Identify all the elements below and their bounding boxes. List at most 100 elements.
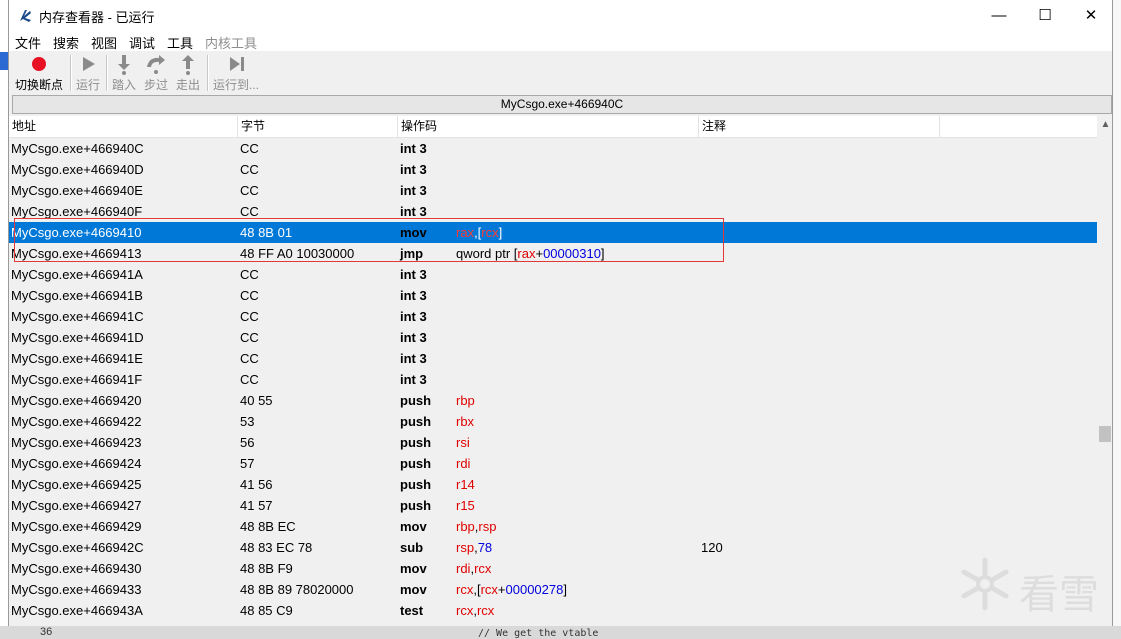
operand-number: 00000278 xyxy=(505,582,564,597)
instruction-row[interactable]: MyCsgo.exe+4669430 48 8B F9 mov rdi,rcx xyxy=(9,558,1097,579)
instruction-bytes: CC xyxy=(240,330,259,345)
maximize-button[interactable]: ☐ xyxy=(1022,0,1068,31)
instruction-address: MyCsgo.exe+466941A xyxy=(11,267,143,282)
title-bar: 内存查看器 - 已运行 — ☐ ✕ xyxy=(9,0,1112,31)
instruction-row[interactable]: MyCsgo.exe+466940F CC int 3 xyxy=(9,201,1097,222)
step-over-button[interactable]: 步过 xyxy=(141,53,171,93)
toolbar-separator xyxy=(70,55,72,91)
instruction-opcode: int 3 xyxy=(400,162,427,177)
background-code-line: // We get the vtable xyxy=(478,628,599,639)
instruction-opcode: int 3 xyxy=(400,141,427,156)
selected-instruction-row[interactable]: MyCsgo.exe+4669410 48 8B 01 mov rax,[rcx] xyxy=(9,222,1097,243)
column-header-address[interactable]: 地址 xyxy=(9,116,238,137)
step-over-label: 步过 xyxy=(143,78,168,92)
step-into-icon xyxy=(118,55,130,75)
instruction-opcode: int 3 xyxy=(400,372,427,387)
run-button[interactable]: 运行 xyxy=(73,53,103,93)
menu-search[interactable]: 搜索 xyxy=(53,33,79,52)
instruction-row[interactable]: MyCsgo.exe+4669413 48 FF A0 10030000 jmp qw… xyxy=(9,243,1097,264)
instruction-row[interactable]: MyCsgo.exe+466941D CC int 3 xyxy=(9,327,1097,348)
menu-view[interactable]: 视图 xyxy=(91,33,117,52)
column-header-comment[interactable]: 注释 xyxy=(699,116,940,137)
scrollbar-thumb[interactable] xyxy=(1099,426,1111,442)
toggle-breakpoint-button[interactable]: 切换断点 xyxy=(11,53,67,93)
instruction-row[interactable]: MyCsgo.exe+466940D CC int 3 xyxy=(9,159,1097,180)
instruction-bytes: CC xyxy=(240,183,259,198)
instruction-row[interactable]: MyCsgo.exe+466941B CC int 3 xyxy=(9,285,1097,306)
close-button[interactable]: ✕ xyxy=(1068,0,1112,31)
instruction-bytes: 56 xyxy=(240,435,255,450)
minimize-button[interactable]: — xyxy=(976,0,1022,31)
instruction-address: MyCsgo.exe+4669424 xyxy=(11,456,142,471)
run-to-label: 运行到... xyxy=(212,78,259,92)
instruction-operands: rdi,rcx xyxy=(456,558,491,579)
instruction-list: MyCsgo.exe+466940C CC int 3 MyCsgo.exe+4669… xyxy=(9,138,1097,639)
operand-register: rsi xyxy=(456,435,470,450)
instruction-row[interactable]: MyCsgo.exe+4669422 53 push rbx xyxy=(9,411,1097,432)
scroll-up-arrow-icon[interactable]: ▲ xyxy=(1097,116,1112,133)
instruction-operands: rsi xyxy=(456,432,470,453)
operand-number: 78 xyxy=(477,540,493,555)
instruction-opcode: jmp xyxy=(400,246,424,261)
instruction-row[interactable]: MyCsgo.exe+466941C CC int 3 xyxy=(9,306,1097,327)
instruction-operands: rcx,[rcx+00000278] xyxy=(456,579,567,600)
instruction-row[interactable]: MyCsgo.exe+466942C 48 83 EC 78 sub rsp,78 12… xyxy=(9,537,1097,558)
current-address-bar: MyCsgo.exe+466940C xyxy=(12,95,1112,114)
menu-tools[interactable]: 工具 xyxy=(167,33,193,52)
toolbar-separator xyxy=(207,55,209,91)
instruction-row[interactable]: MyCsgo.exe+4669429 48 8B EC mov rbp,rsp xyxy=(9,516,1097,537)
instruction-row[interactable]: MyCsgo.exe+466941E CC int 3 xyxy=(9,348,1097,369)
operand-register: rdi xyxy=(456,561,471,576)
instruction-row[interactable]: MyCsgo.exe+466941A CC int 3 xyxy=(9,264,1097,285)
instruction-row[interactable]: MyCsgo.exe+466941F CC int 3 xyxy=(9,369,1097,390)
instruction-row[interactable]: MyCsgo.exe+4669425 41 56 push r14 xyxy=(9,474,1097,495)
instruction-opcode: mov xyxy=(400,519,427,534)
menu-debug[interactable]: 调试 xyxy=(129,33,155,52)
operand-text: + xyxy=(535,246,544,261)
instruction-address: MyCsgo.exe+466941D xyxy=(11,330,144,345)
instruction-row[interactable]: MyCsgo.exe+4669420 40 55 push rbp xyxy=(9,390,1097,411)
column-header-bytes[interactable]: 字节 xyxy=(238,116,398,137)
kanxue-watermark: 看雪 xyxy=(957,556,1112,618)
instruction-opcode: mov xyxy=(400,582,427,597)
run-to-icon xyxy=(230,57,244,71)
operand-register: rcx xyxy=(474,561,492,576)
instruction-address: MyCsgo.exe+4669422 xyxy=(11,414,142,429)
instruction-opcode: sub xyxy=(400,540,424,555)
instruction-opcode: mov xyxy=(400,225,427,240)
instruction-opcode: push xyxy=(400,414,432,429)
instruction-bytes: 48 8B 89 78020000 xyxy=(240,582,354,597)
instruction-bytes: CC xyxy=(240,162,259,177)
menu-bar: 文件 搜索 视图 调试 工具 内核工具 xyxy=(9,31,1112,51)
instruction-row[interactable]: MyCsgo.exe+466940C CC int 3 xyxy=(9,138,1097,159)
step-out-button[interactable]: 走出 xyxy=(173,53,203,93)
instruction-bytes: 41 56 xyxy=(240,477,273,492)
column-header-opcode[interactable]: 操作码 xyxy=(398,116,699,137)
menu-kernel-tools[interactable]: 内核工具 xyxy=(205,33,257,52)
instruction-row[interactable]: MyCsgo.exe+466940E CC int 3 xyxy=(9,180,1097,201)
instruction-row[interactable]: MyCsgo.exe+4669433 48 8B 89 78020000 mov rc… xyxy=(9,579,1097,600)
instruction-row[interactable]: MyCsgo.exe+4669423 56 push rsi xyxy=(9,432,1097,453)
play-icon xyxy=(83,57,95,71)
menu-file[interactable]: 文件 xyxy=(15,33,41,52)
run-to-button[interactable]: 运行到... xyxy=(210,53,262,93)
step-over-icon xyxy=(147,55,165,74)
instruction-row[interactable]: MyCsgo.exe+4669424 57 push rdi xyxy=(9,453,1097,474)
disassembler-grid[interactable]: 地址 字节 操作码 注释 MyCsgo.exe+466940C CC int 3 My… xyxy=(9,116,1097,639)
operand-text: ] xyxy=(600,246,605,261)
instruction-address: MyCsgo.exe+466941C xyxy=(11,309,144,324)
instruction-bytes: CC xyxy=(240,288,259,303)
instruction-opcode: mov xyxy=(400,561,427,576)
instruction-opcode: push xyxy=(400,477,432,492)
instruction-operands: qword ptr [rax+00000310] xyxy=(456,243,605,264)
instruction-address: MyCsgo.exe+4669410 xyxy=(11,225,142,240)
instruction-row[interactable]: MyCsgo.exe+466943A 48 85 C9 test rcx,rcx xyxy=(9,600,1097,621)
instruction-row[interactable]: MyCsgo.exe+4669427 41 57 push r15 xyxy=(9,495,1097,516)
instruction-address: MyCsgo.exe+4669433 xyxy=(11,582,142,597)
operand-register: rcx xyxy=(476,603,495,618)
step-into-button[interactable]: 踏入 xyxy=(109,53,139,93)
step-out-label: 走出 xyxy=(175,78,200,92)
instruction-bytes: CC xyxy=(240,141,259,156)
background-window-left xyxy=(0,0,8,639)
operand-text: ] xyxy=(563,582,567,597)
